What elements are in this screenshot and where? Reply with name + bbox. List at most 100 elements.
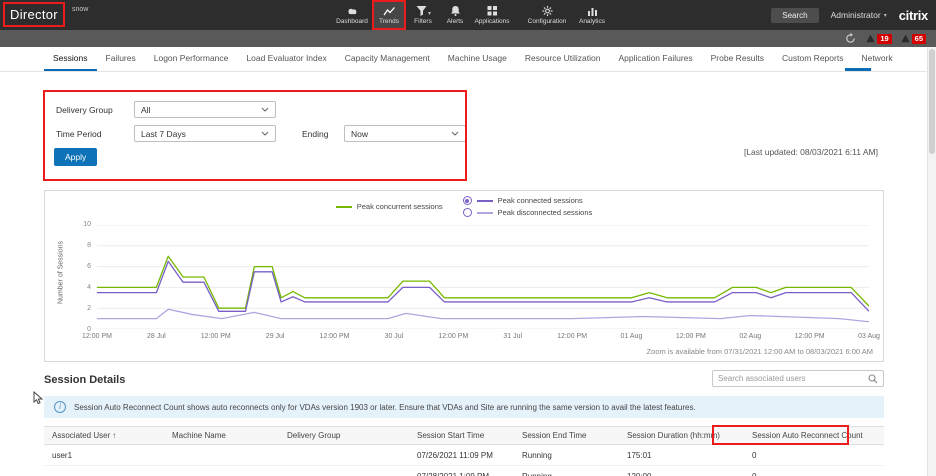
user-link[interactable]: user1: [44, 451, 164, 460]
alert-indicator-1[interactable]: 19: [866, 34, 891, 44]
x-tick-label: 01 Aug: [621, 333, 643, 340]
nav-item-dashboard[interactable]: Dashboard: [332, 0, 372, 30]
radio-unselected-icon[interactable]: [463, 208, 472, 217]
tab-probe-results[interactable]: Probe Results: [702, 47, 773, 71]
trends-tabs: Sessions Failures Logon Performance Load…: [0, 47, 927, 72]
time-period-label: Time Period: [56, 129, 102, 139]
column-header-session-start-time[interactable]: Session Start Time: [409, 431, 514, 440]
tab-capacity-management[interactable]: Capacity Management: [336, 47, 439, 71]
x-tick-label: 28 Jul: [147, 333, 166, 340]
filters-funnel-icon: ▾: [415, 5, 431, 17]
nav-item-filters[interactable]: ▾ Filters: [406, 0, 440, 30]
tab-resource-utilization[interactable]: Resource Utilization: [516, 47, 610, 71]
column-header-delivery-group[interactable]: Delivery Group: [279, 431, 409, 440]
y-axis-title: Number of Sessions: [58, 241, 65, 305]
nav-label: Alerts: [447, 18, 464, 25]
nav-item-applications[interactable]: Applications: [470, 0, 514, 30]
user-menu[interactable]: Administrator ▾: [831, 10, 887, 20]
configuration-gear-icon: [541, 5, 554, 17]
alert-triangle-icon: [866, 34, 875, 43]
legend-item-concurrent: Peak concurrent sessions: [336, 202, 443, 211]
radio-selected-icon[interactable]: [463, 196, 472, 205]
x-tick-label: 03 Aug: [858, 333, 880, 340]
sessions-line-chart[interactable]: [97, 225, 869, 329]
session-details-table: Associated User ↑ Machine Name Delivery …: [44, 426, 884, 476]
trends-chart-panel: Peak concurrent sessions Peak connected …: [44, 190, 884, 362]
chevron-down-icon: [261, 107, 269, 112]
tab-custom-reports[interactable]: Custom Reports: [773, 47, 852, 71]
analytics-bars-icon: [586, 5, 599, 17]
notification-bar: 19 65: [0, 30, 936, 47]
alert-count-badge: 65: [912, 34, 926, 44]
ending-dropdown[interactable]: Now: [344, 125, 466, 142]
x-tick-label: 12:00 PM: [557, 333, 587, 340]
nav-label: Trends: [379, 18, 399, 25]
nav-item-analytics[interactable]: Analytics: [572, 0, 612, 30]
line-swatch-lavender: [477, 212, 493, 214]
ending-label: Ending: [302, 129, 328, 139]
associated-users-search[interactable]: [712, 370, 884, 387]
tab-application-failures[interactable]: Application Failures: [609, 47, 701, 71]
search-icon[interactable]: [868, 374, 878, 384]
table-row[interactable]: user1 07/26/2021 11:09 PM Running 175:01…: [44, 445, 884, 466]
scrollbar-track[interactable]: [927, 47, 936, 476]
delivery-group-dropdown[interactable]: All: [134, 101, 276, 118]
line-swatch-purple: [477, 200, 493, 202]
chevron-down-icon: [451, 131, 459, 136]
director-logo[interactable]: Director: [10, 7, 58, 22]
tab-machine-usage[interactable]: Machine Usage: [439, 47, 516, 71]
tab-failures[interactable]: Failures: [97, 47, 145, 71]
x-tick-label: 29 Jul: [266, 333, 285, 340]
column-header-session-duration[interactable]: Session Duration (hh:mm): [619, 431, 744, 440]
alert-triangle-icon: [901, 34, 910, 43]
legend-item-disconnected[interactable]: Peak disconnected sessions: [463, 208, 593, 217]
scrollbar-thumb[interactable]: [929, 49, 935, 154]
y-axis-ticks: 10 8 6 4 2 0: [69, 221, 91, 333]
mouse-cursor: [33, 391, 44, 410]
search-input[interactable]: [718, 374, 868, 383]
reconnect-count-cell: 0: [744, 451, 884, 460]
applications-grid-icon: [486, 5, 499, 17]
chevron-down-icon: ▾: [428, 10, 431, 17]
zoom-availability-note: Zoom is available from 07/31/2021 12:00 …: [647, 347, 873, 356]
x-tick-label: 12:00 PM: [201, 333, 231, 340]
nav-label: Applications: [474, 18, 509, 25]
x-tick-label: 02 Aug: [739, 333, 761, 340]
nav-item-configuration[interactable]: Configuration: [522, 0, 572, 30]
search-button[interactable]: Search: [771, 8, 818, 23]
session-start-cell: 07/26/2021 11:09 PM: [409, 451, 514, 460]
tab-logon-performance[interactable]: Logon Performance: [145, 47, 238, 71]
nav-item-alerts[interactable]: Alerts: [440, 0, 470, 30]
tabs-scroll-indicator: [845, 68, 871, 71]
chevron-down-icon: ▾: [884, 12, 887, 19]
column-header-session-auto-reconnect-count[interactable]: Session Auto Reconnect Count: [744, 431, 884, 440]
session-end-cell: Running: [514, 472, 619, 476]
nav-item-trends[interactable]: Trends: [372, 0, 406, 30]
tab-load-evaluator-index[interactable]: Load Evaluator Index: [237, 47, 335, 71]
tab-sessions[interactable]: Sessions: [44, 47, 97, 71]
column-header-machine-name[interactable]: Machine Name: [164, 431, 279, 440]
x-tick-label: 12:00 PM: [82, 333, 112, 340]
info-icon: i: [54, 401, 66, 413]
apply-button[interactable]: Apply: [54, 148, 97, 166]
alert-indicator-2[interactable]: 65: [901, 34, 926, 44]
session-duration-cell: 120:00: [619, 472, 744, 476]
user-menu-label: Administrator: [831, 10, 881, 20]
x-tick-label: 12:00 PM: [795, 333, 825, 340]
y-tick-label: 10: [83, 221, 91, 228]
director-trends-page: Director snow Dashboard Trends ▾ F: [0, 0, 936, 476]
legend-radio-group: Peak connected sessions Peak disconnecte…: [463, 196, 593, 217]
dashboard-cloud-icon: [346, 5, 359, 17]
time-period-dropdown[interactable]: Last 7 Days: [134, 125, 276, 142]
y-tick-label: 0: [87, 326, 91, 333]
dropdown-value: Last 7 Days: [141, 129, 186, 139]
site-name: snow: [72, 6, 88, 13]
refresh-icon[interactable]: [844, 32, 857, 45]
column-header-associated-user[interactable]: Associated User ↑: [44, 431, 164, 440]
table-row[interactable]: 07/28/2021 1:09 PM Running 120:00 0: [44, 466, 884, 476]
legend-item-connected[interactable]: Peak connected sessions: [463, 196, 593, 205]
legend-label: Peak connected sessions: [498, 196, 583, 205]
nav-label: Dashboard: [336, 18, 368, 25]
last-updated-text: [Last updated: 08/03/2021 6:11 AM]: [744, 147, 878, 157]
column-header-session-end-time[interactable]: Session End Time: [514, 431, 619, 440]
